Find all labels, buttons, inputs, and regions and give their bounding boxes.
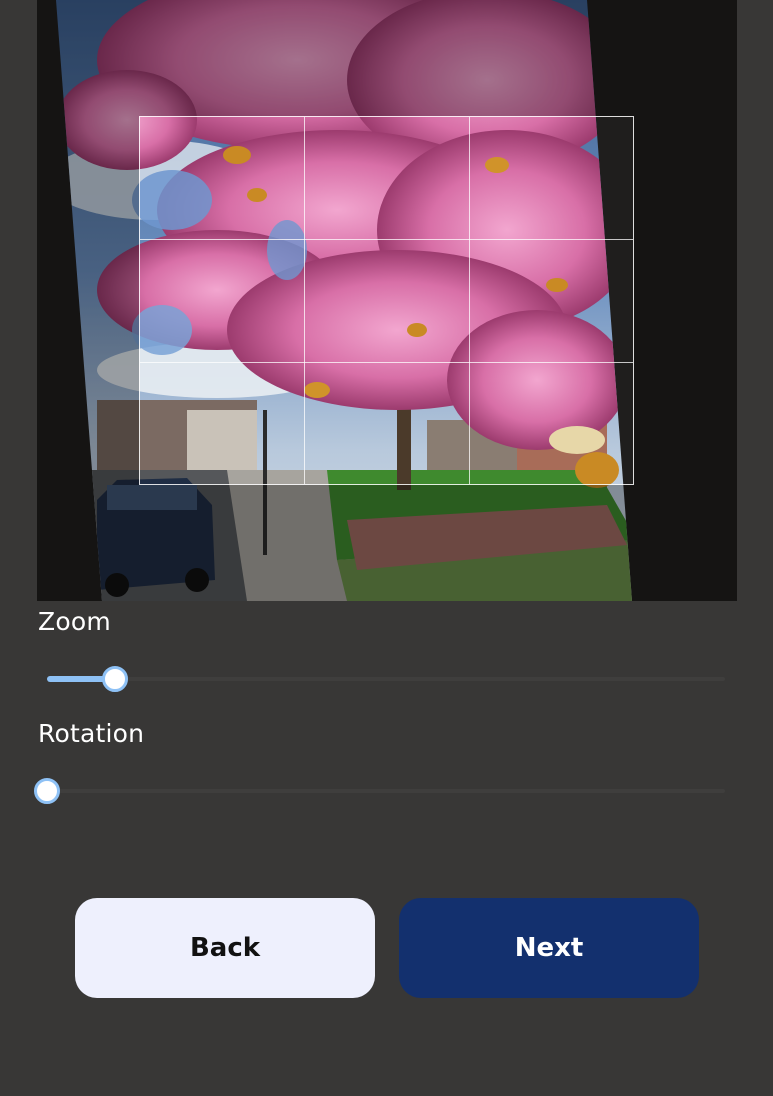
zoom-label: Zoom <box>38 607 111 636</box>
rotation-label: Rotation <box>38 719 145 748</box>
next-button[interactable]: Next <box>399 898 699 998</box>
rotation-slider[interactable] <box>34 778 725 804</box>
grid-line <box>304 117 306 484</box>
zoom-slider[interactable] <box>47 666 725 692</box>
zoom-slider-thumb[interactable] <box>101 666 128 692</box>
zoom-slider-track[interactable] <box>47 677 725 681</box>
back-button[interactable]: Back <box>75 898 375 998</box>
grid-line <box>140 361 633 363</box>
crop-screen: Zoom Rotation Back Next <box>0 0 773 1096</box>
crop-frame[interactable] <box>139 116 634 485</box>
rotation-slider-thumb[interactable] <box>34 778 60 804</box>
grid-line <box>140 239 633 241</box>
crop-canvas[interactable] <box>37 0 737 601</box>
rotation-slider-track[interactable] <box>47 789 725 793</box>
grid-line <box>468 117 470 484</box>
